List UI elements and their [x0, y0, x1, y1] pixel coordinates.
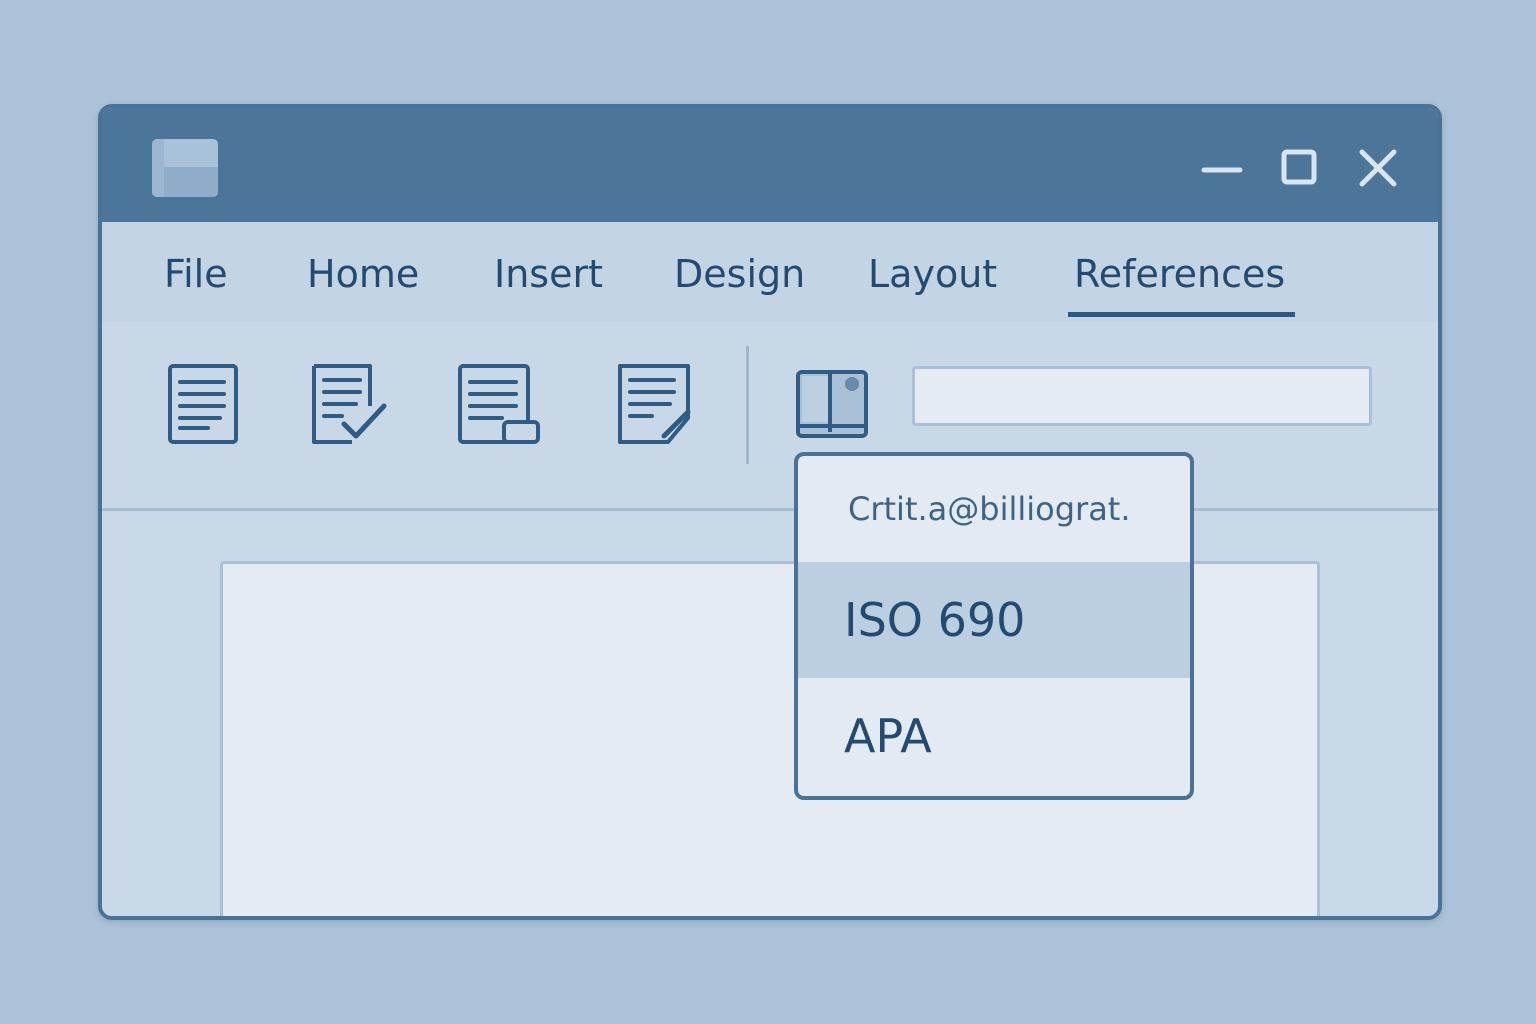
title-bar [102, 108, 1438, 222]
bibliography-button[interactable] [794, 366, 870, 442]
close-button[interactable] [1356, 146, 1400, 190]
ribbon-separator [746, 346, 749, 464]
close-icon [1359, 149, 1397, 187]
insert-caption-button[interactable] [454, 362, 544, 446]
bibliography-book-icon [796, 370, 868, 438]
dropdown-header: Crtit.a@billiograt. [848, 490, 1131, 528]
tab-file[interactable]: File [164, 250, 228, 298]
citation-style-dropdown: Crtit.a@billiograt. ISO 690 APA [794, 452, 1194, 800]
document-area [102, 511, 1438, 916]
maximize-button[interactable] [1278, 146, 1322, 190]
ribbon-toolbar [102, 322, 1438, 511]
edit-document-icon [618, 364, 691, 444]
caption-icon [458, 364, 540, 444]
style-option-apa[interactable]: APA [798, 678, 1190, 794]
tab-layout[interactable]: Layout [868, 250, 997, 298]
table-of-contents-icon [168, 364, 238, 444]
tab-design[interactable]: Design [674, 250, 805, 298]
minimize-button[interactable] [1200, 146, 1244, 190]
tab-references[interactable]: References [1067, 250, 1296, 317]
style-option-iso-690[interactable]: ISO 690 [798, 562, 1190, 678]
ribbon-tab-bar: File Home Insert Design Layout Reference… [102, 222, 1438, 322]
edit-document-button[interactable] [612, 362, 696, 446]
app-window: File Home Insert Design Layout Reference… [98, 104, 1442, 920]
bibliography-style-field[interactable] [912, 366, 1372, 426]
document-app-icon [152, 139, 218, 197]
table-of-contents-button[interactable] [164, 362, 240, 446]
maximize-icon [1281, 149, 1317, 185]
app-icon-edge [152, 139, 164, 197]
tab-home[interactable]: Home [307, 250, 419, 298]
check-document-icon [312, 364, 387, 444]
check-document-button[interactable] [306, 362, 390, 446]
tab-insert[interactable]: Insert [494, 250, 603, 298]
minimize-icon [1201, 167, 1243, 173]
